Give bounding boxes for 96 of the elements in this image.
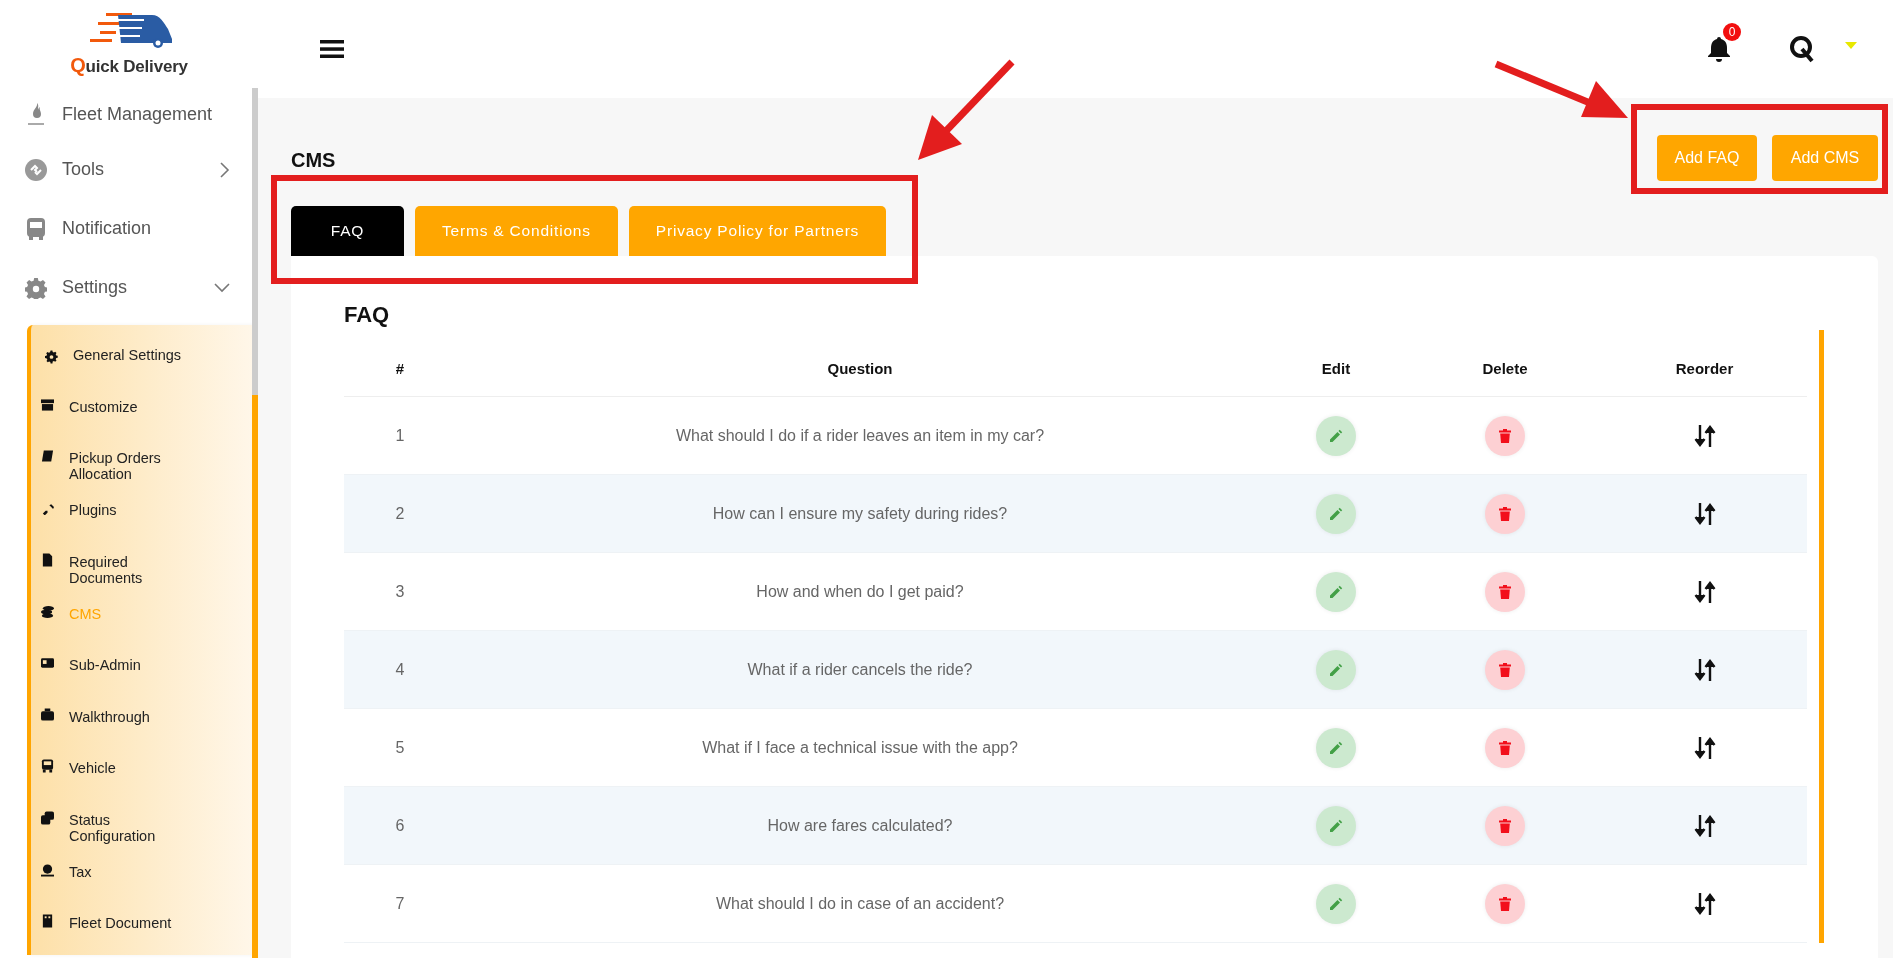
pencil-icon xyxy=(1329,506,1343,521)
trash-icon xyxy=(1499,584,1511,599)
row-number: 7 xyxy=(395,894,405,912)
flame-icon xyxy=(25,102,47,126)
book-icon xyxy=(41,449,54,463)
notification-badge: 0 xyxy=(1723,23,1741,41)
row-number: 4 xyxy=(395,660,405,678)
question-text: How can I ensure my safety during rides? xyxy=(712,504,1008,522)
trash-icon xyxy=(1499,740,1511,755)
delete-button[interactable] xyxy=(1485,649,1525,690)
submenu-item[interactable]: Status Configuration xyxy=(31,799,256,852)
column-header: Edit xyxy=(1321,359,1351,377)
column-header: # xyxy=(395,359,405,377)
delete-button[interactable] xyxy=(1485,805,1525,846)
question-text: What if I face a technical issue with the app? xyxy=(702,738,1018,756)
trash-icon xyxy=(1499,818,1511,833)
submenu-item[interactable]: Vehicle xyxy=(31,748,256,800)
column-header: Reorder xyxy=(1675,359,1734,377)
reorder-arrows-icon[interactable] xyxy=(1693,500,1716,527)
trash-icon xyxy=(1499,896,1511,911)
row-number: 5 xyxy=(395,738,405,756)
edit-button[interactable] xyxy=(1316,571,1356,612)
menu-button[interactable] xyxy=(320,39,344,59)
sidebar-item[interactable]: Notification xyxy=(0,199,250,258)
pencil-icon xyxy=(1329,896,1343,911)
reorder-arrows-icon[interactable] xyxy=(1693,578,1716,605)
submenu-item[interactable]: Pickup Orders Allocation xyxy=(31,438,256,490)
tools-icon xyxy=(24,157,48,182)
reorder-arrows-icon[interactable] xyxy=(1693,656,1716,683)
edit-button[interactable] xyxy=(1316,649,1356,690)
logo-text: Quick Delivery xyxy=(70,54,188,77)
row-number: 1 xyxy=(395,426,405,444)
submenu-item[interactable]: Fleet Document xyxy=(31,903,256,955)
column-header: Question xyxy=(827,359,893,377)
submenu-item[interactable]: Customize xyxy=(31,386,256,438)
submenu-item[interactable]: Tax xyxy=(31,851,256,903)
notification-button[interactable]: 0 xyxy=(1707,23,1741,63)
suitcase-icon xyxy=(41,707,54,722)
trash-icon xyxy=(1499,662,1511,677)
reorder-arrows-icon[interactable] xyxy=(1693,812,1716,839)
edit-button[interactable] xyxy=(1316,415,1356,456)
edit-button[interactable] xyxy=(1316,883,1356,924)
building-icon xyxy=(41,914,54,928)
edit-button[interactable] xyxy=(1316,493,1356,534)
submenu-item[interactable]: Plugins xyxy=(31,490,256,542)
reorder-arrows-icon[interactable] xyxy=(1693,422,1716,449)
coins-icon xyxy=(41,604,54,619)
submenu-item[interactable]: General Settings xyxy=(31,335,256,387)
pencil-icon xyxy=(1329,662,1343,677)
tab[interactable]: FAQ xyxy=(291,206,404,256)
document-icon xyxy=(41,552,54,567)
submenu-item[interactable]: Sub-Admin xyxy=(31,645,256,697)
gear-icon xyxy=(25,276,47,299)
bus-icon xyxy=(25,216,47,241)
delete-button[interactable] xyxy=(1485,571,1525,612)
trash-icon xyxy=(1499,506,1511,521)
money-icon xyxy=(41,862,54,877)
reorder-arrows-icon[interactable] xyxy=(1693,734,1716,761)
edit-button[interactable] xyxy=(1316,727,1356,768)
delete-button[interactable] xyxy=(1485,883,1525,924)
question-text: What if a rider cancels the ride? xyxy=(747,660,973,678)
row-number: 3 xyxy=(395,582,405,600)
q-avatar-icon[interactable] xyxy=(1789,35,1815,63)
sidebar-item[interactable]: Fleet Management xyxy=(0,88,250,140)
submenu-item[interactable]: Required Documents xyxy=(31,541,256,594)
section-heading: FAQ xyxy=(344,302,391,328)
delete-button[interactable] xyxy=(1485,493,1525,534)
delete-button[interactable] xyxy=(1485,727,1525,768)
row-number: 6 xyxy=(395,816,405,834)
id-card-icon xyxy=(41,656,54,670)
pencil-icon xyxy=(1329,428,1343,443)
gear-icon xyxy=(45,350,58,364)
reorder-arrows-icon[interactable] xyxy=(1693,890,1716,917)
question-text: What should I do in case of an accident? xyxy=(715,894,1005,912)
sidebar-item[interactable]: Tools xyxy=(0,140,250,199)
edit-button[interactable] xyxy=(1316,805,1356,846)
pencil-icon xyxy=(1329,740,1343,755)
pencil-icon xyxy=(1329,818,1343,833)
question-text: What should I do if a rider leaves an item in my car? xyxy=(675,426,1045,444)
submenu-item[interactable]: Walkthrough xyxy=(31,696,256,748)
page-title: CMS xyxy=(291,149,336,172)
question-text: How and when do I get paid? xyxy=(756,582,964,600)
sidebar-scrollbar[interactable] xyxy=(252,88,258,958)
pencil-icon xyxy=(1329,584,1343,599)
copy-icon xyxy=(41,810,54,825)
trash-icon xyxy=(1499,428,1511,443)
bell-icon xyxy=(1707,35,1731,63)
sidebar-item[interactable]: Settings xyxy=(0,258,250,317)
bus-icon xyxy=(41,759,54,773)
box-icon xyxy=(41,397,54,412)
delete-button[interactable] xyxy=(1485,415,1525,456)
row-number: 2 xyxy=(395,504,405,522)
table-scrollbar[interactable] xyxy=(1819,330,1824,943)
column-header: Delete xyxy=(1482,359,1528,377)
question-text: How are fares calculated? xyxy=(767,816,953,834)
menu-icon xyxy=(320,39,344,59)
